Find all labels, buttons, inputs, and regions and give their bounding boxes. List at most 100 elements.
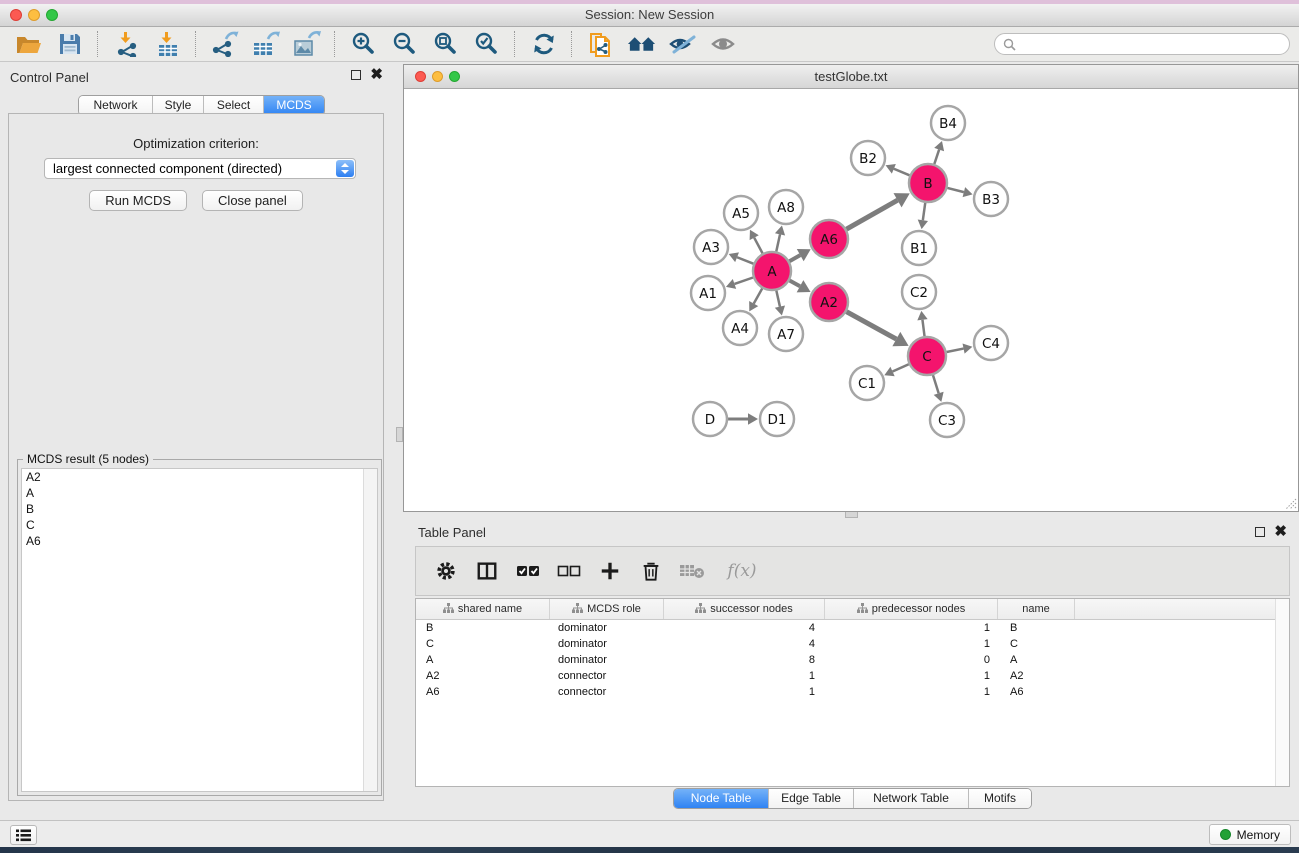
export-table-icon[interactable] xyxy=(250,30,281,58)
float-panel-icon[interactable] xyxy=(351,70,361,80)
column-header[interactable]: predecessor nodes xyxy=(825,599,998,619)
graph-edge[interactable] xyxy=(847,312,897,339)
graph-edge[interactable] xyxy=(754,288,763,303)
maximize-window-button[interactable] xyxy=(46,9,58,21)
table-row[interactable]: Cdominator41C xyxy=(416,636,1289,652)
mcds-tab-content: Optimization criterion: largest connecte… xyxy=(8,113,384,801)
run-mcds-button[interactable]: Run MCDS xyxy=(89,190,187,211)
memory-status-icon xyxy=(1220,829,1231,840)
float-table-panel-icon[interactable] xyxy=(1255,527,1265,537)
graph-edge[interactable] xyxy=(754,238,762,254)
table-cell: 1 xyxy=(825,670,998,682)
column-header[interactable]: successor nodes xyxy=(664,599,825,619)
network-window-titlebar[interactable]: testGlobe.txt xyxy=(404,65,1298,89)
table-row[interactable]: A6connector11A6 xyxy=(416,684,1289,700)
graph-edge[interactable] xyxy=(737,257,753,263)
graph-edge[interactable] xyxy=(922,320,924,336)
add-column-icon[interactable] xyxy=(597,559,623,583)
table-scrollbar[interactable] xyxy=(1275,599,1289,786)
criterion-dropdown[interactable]: largest connected component (directed) xyxy=(44,158,356,179)
save-session-icon[interactable] xyxy=(54,30,85,58)
close-window-button[interactable] xyxy=(10,9,22,21)
graph-edge[interactable] xyxy=(923,203,925,220)
result-item[interactable]: A2 xyxy=(22,469,377,485)
graph-edge[interactable] xyxy=(846,200,897,229)
graph-edge[interactable] xyxy=(894,169,910,176)
graph-edge[interactable] xyxy=(734,278,753,284)
close-network-button[interactable] xyxy=(415,71,426,82)
main-titlebar[interactable]: Session: New Session xyxy=(0,4,1299,27)
result-scrollbar[interactable] xyxy=(363,469,377,791)
delete-table-icon[interactable] xyxy=(679,559,705,583)
maximize-network-button[interactable] xyxy=(449,71,460,82)
network-canvas[interactable]: B4B2BB3A8A5A6A3B1AC2A1A2A4A7C4CC1C3DD1 xyxy=(404,89,1298,511)
tab-motifs[interactable]: Motifs xyxy=(969,789,1031,808)
close-panel-button[interactable]: Close panel xyxy=(202,190,303,211)
vertical-splitter-handle[interactable] xyxy=(396,427,403,442)
graph-edge[interactable] xyxy=(947,188,963,192)
result-item[interactable]: A xyxy=(22,485,377,501)
node-label: C xyxy=(922,349,931,365)
column-header[interactable]: name xyxy=(998,599,1075,619)
graph-edge[interactable] xyxy=(893,364,909,371)
graph-edge[interactable] xyxy=(776,234,780,251)
tab-node-table[interactable]: Node Table xyxy=(674,789,769,808)
column-header[interactable]: MCDS role xyxy=(550,599,664,619)
graph-edge[interactable] xyxy=(776,291,780,307)
close-panel-icon[interactable]: ✖ xyxy=(370,69,383,81)
window-controls xyxy=(10,9,58,21)
tab-edge-table[interactable]: Edge Table xyxy=(769,789,854,808)
result-item[interactable]: A6 xyxy=(22,533,377,549)
search-icon xyxy=(1003,38,1016,51)
graph-edge[interactable] xyxy=(934,150,939,164)
unselect-all-columns-icon[interactable] xyxy=(556,559,582,583)
control-panel: Control Panel ✖ Network Style Select MCD… xyxy=(0,62,391,820)
node-table[interactable]: shared nameMCDS rolesuccessor nodesprede… xyxy=(415,598,1290,787)
neighborhood-icon[interactable] xyxy=(626,30,657,58)
memory-button[interactable]: Memory xyxy=(1209,824,1291,845)
open-session-icon[interactable] xyxy=(13,30,44,58)
graph-edge[interactable] xyxy=(933,375,939,393)
graph-edge[interactable] xyxy=(790,281,800,287)
search-input[interactable] xyxy=(1021,36,1275,52)
network-view-window: testGlobe.txt B4B2BB3A8A5A6A3B1AC2A1A2A4… xyxy=(403,64,1299,512)
search-field[interactable] xyxy=(994,33,1290,55)
export-network-icon[interactable] xyxy=(209,30,240,58)
hide-selected-icon[interactable] xyxy=(667,30,698,58)
graph-edge[interactable] xyxy=(947,349,964,352)
table-row[interactable]: A2connector11A2 xyxy=(416,668,1289,684)
resize-grip-icon[interactable] xyxy=(1285,498,1297,510)
graph-edge[interactable] xyxy=(789,255,800,261)
zoom-out-icon[interactable] xyxy=(389,30,420,58)
select-all-columns-icon[interactable] xyxy=(515,559,541,583)
zoom-fit-icon[interactable] xyxy=(430,30,461,58)
node-label: D1 xyxy=(768,412,787,428)
table-row[interactable]: Bdominator41B xyxy=(416,620,1289,636)
column-header[interactable]: shared name xyxy=(416,599,550,619)
minimize-window-button[interactable] xyxy=(28,9,40,21)
minimize-network-button[interactable] xyxy=(432,71,443,82)
mcds-result-list[interactable]: A2ABCA6 xyxy=(21,468,378,792)
import-table-icon[interactable] xyxy=(152,30,183,58)
duplicate-network-icon[interactable] xyxy=(585,30,616,58)
export-image-icon[interactable] xyxy=(291,30,322,58)
import-network-icon[interactable] xyxy=(111,30,142,58)
criterion-value: largest connected component (directed) xyxy=(53,161,282,176)
close-table-panel-icon[interactable]: ✖ xyxy=(1274,526,1287,538)
task-history-button[interactable] xyxy=(10,825,37,845)
result-item[interactable]: C xyxy=(22,517,377,533)
settings-gear-icon[interactable] xyxy=(433,559,459,583)
refresh-layout-icon[interactable] xyxy=(528,30,559,58)
result-item[interactable]: B xyxy=(22,501,377,517)
show-all-icon[interactable] xyxy=(708,30,739,58)
table-row[interactable]: Adominator80A xyxy=(416,652,1289,668)
table-cell: 1 xyxy=(825,686,998,698)
tab-network-table[interactable]: Network Table xyxy=(854,789,969,808)
function-builder-icon[interactable]: f(x) xyxy=(720,559,764,583)
zoom-in-icon[interactable] xyxy=(348,30,379,58)
delete-column-icon[interactable] xyxy=(638,559,664,583)
table-cell: A2 xyxy=(998,670,1075,682)
split-view-icon[interactable] xyxy=(474,559,500,583)
table-toolbar: f(x) xyxy=(415,546,1290,596)
zoom-selected-icon[interactable] xyxy=(471,30,502,58)
